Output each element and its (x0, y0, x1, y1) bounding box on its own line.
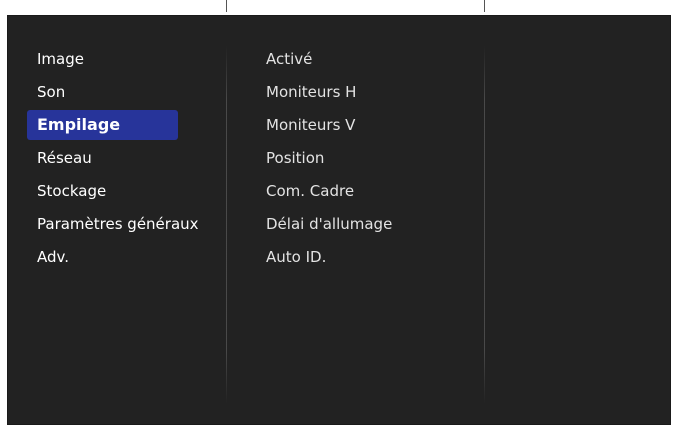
main-menu-item-son[interactable]: Son (27, 76, 227, 109)
submenu-item-auto-id[interactable]: Auto ID. (256, 241, 392, 274)
submenu-item-position[interactable]: Position (256, 142, 392, 175)
main-menu-item-adv[interactable]: Adv. (27, 241, 227, 274)
submenu-item-delai-allumage[interactable]: Délai d'allumage (256, 208, 392, 241)
submenu-item-moniteurs-h[interactable]: Moniteurs H (256, 76, 392, 109)
submenu-item-com-cadre[interactable]: Com. Cadre (256, 175, 392, 208)
osd-menu-panel: Image Son Empilage Réseau Stockage Param… (7, 15, 671, 425)
main-menu-item-parametres-generaux[interactable]: Paramètres généraux (27, 208, 227, 241)
submenu: Activé Moniteurs H Moniteurs V Position … (256, 43, 392, 274)
main-menu-item-reseau[interactable]: Réseau (27, 142, 227, 175)
column-divider (484, 46, 485, 404)
top-tick-mark (484, 0, 485, 12)
submenu-item-active[interactable]: Activé (256, 43, 392, 76)
main-menu-item-stockage[interactable]: Stockage (27, 175, 227, 208)
cropped-heading (0, 0, 678, 14)
main-menu-item-empilage[interactable]: Empilage (27, 110, 178, 140)
main-menu-item-image[interactable]: Image (27, 43, 227, 76)
top-tick-mark (226, 0, 227, 12)
cropped-heading-glyphs (92, 0, 103, 13)
submenu-item-moniteurs-v[interactable]: Moniteurs V (256, 109, 392, 142)
main-menu: Image Son Empilage Réseau Stockage Param… (27, 43, 227, 274)
